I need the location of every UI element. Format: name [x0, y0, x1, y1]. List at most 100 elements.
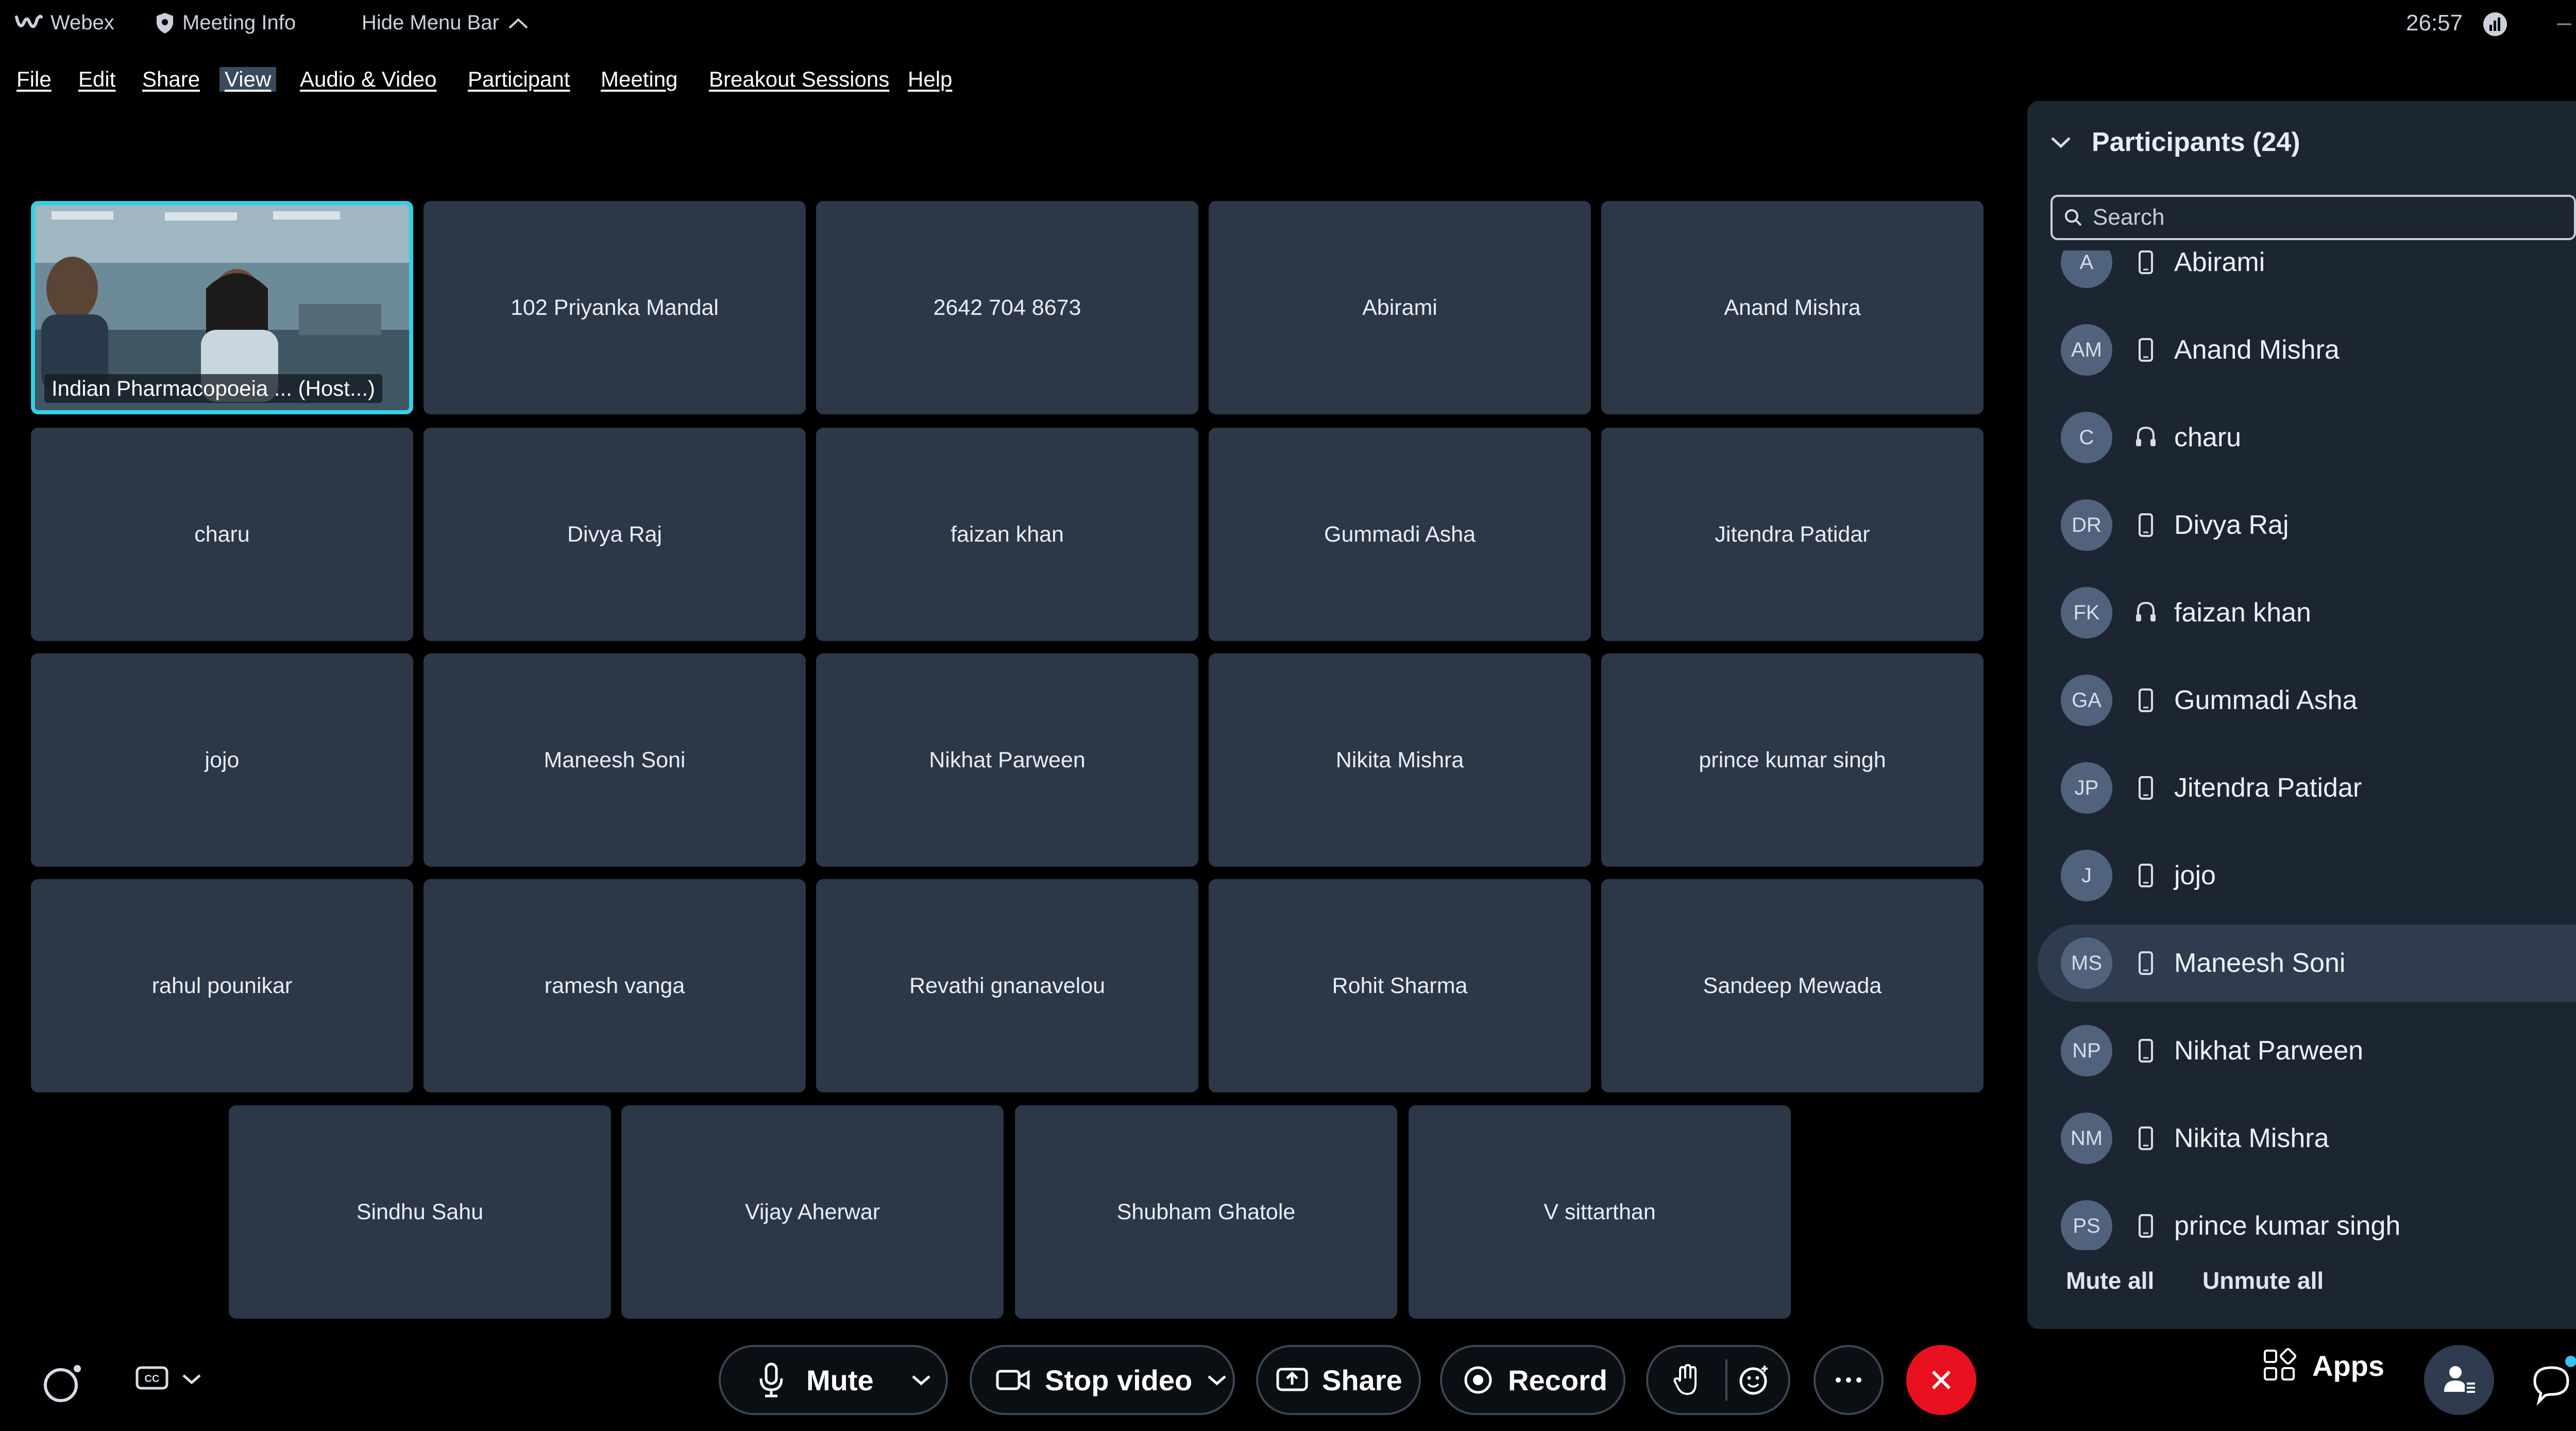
video-tile[interactable]: Revathi gnanavelou — [816, 879, 1198, 1092]
participant-name: prince kumar singh — [2174, 1211, 2401, 1241]
leave-meeting-button[interactable] — [1906, 1345, 1976, 1415]
avatar: AM — [2061, 324, 2112, 376]
more-horizontal-icon — [1836, 1377, 1861, 1383]
participant-row[interactable]: FK faizan khan — [2038, 574, 2576, 651]
video-tile[interactable]: Sandeep Mewada — [1601, 879, 1984, 1092]
video-tile[interactable]: prince kumar singh — [1601, 653, 1984, 867]
phone-icon — [2133, 860, 2159, 891]
participant-row[interactable]: Ccharu — [2038, 399, 2576, 476]
minimize-icon[interactable] — [2551, 11, 2576, 37]
chevron-down-icon[interactable] — [910, 1372, 933, 1388]
video-tile[interactable]: Nikhat Parween — [816, 653, 1198, 867]
video-tile[interactable]: charu — [31, 428, 413, 641]
participant-row[interactable]: A Abirami — [2038, 250, 2576, 301]
video-tile[interactable]: Gummadi Asha — [1209, 428, 1591, 641]
avatar: NM — [2061, 1113, 2112, 1164]
meeting-info-button[interactable]: Meeting Info — [155, 11, 296, 35]
raise-hand-icon[interactable] — [1672, 1363, 1703, 1397]
apps-grid-icon — [2264, 1348, 2296, 1381]
avatar: C — [2061, 412, 2112, 463]
more-button[interactable] — [1814, 1345, 1884, 1415]
chat-button[interactable] — [2524, 1345, 2576, 1415]
video-tile[interactable]: Nikita Mishra — [1209, 653, 1591, 867]
menu-view[interactable]: View — [219, 67, 277, 92]
closed-captions-button[interactable]: CC — [135, 1365, 203, 1393]
webex-assistant-icon[interactable] — [40, 1360, 87, 1407]
menu-edit[interactable]: Edit — [78, 67, 115, 92]
menu-audio-video[interactable]: Audio & Video — [300, 67, 436, 92]
stop-video-button[interactable]: Stop video — [970, 1345, 1235, 1415]
video-tile[interactable]: faizan khan — [816, 428, 1198, 641]
reactions-group — [1646, 1345, 1790, 1415]
collapse-panel-chevron-icon[interactable] — [2048, 132, 2074, 153]
network-stats-icon[interactable] — [2482, 11, 2508, 37]
participant-name: Jitendra Patidar — [2174, 773, 2362, 803]
microphone-icon — [759, 1362, 783, 1398]
chevron-up-icon — [509, 18, 528, 28]
phone-icon — [2133, 1210, 2159, 1241]
self-video-tile[interactable]: Indian Pharmacopoeia ... (Host...) — [31, 201, 413, 414]
video-tile[interactable]: Divya Raj — [423, 428, 806, 641]
close-icon — [1931, 1370, 1951, 1390]
record-button[interactable]: Record — [1440, 1345, 1625, 1415]
participant-name: Anand Mishra — [2174, 335, 2340, 365]
search-field[interactable] — [2050, 195, 2576, 240]
participant-row[interactable]: AM Anand Mishra — [2038, 311, 2576, 389]
webex-logo-icon — [15, 14, 43, 28]
participant-row[interactable]: DR Divya Raj — [2038, 486, 2576, 564]
title-bar: Webex Meeting Info Hide Menu Bar 26:57 — [0, 0, 2576, 57]
video-tile[interactable]: 102 Priyanka Mandal — [423, 201, 806, 414]
menu-share[interactable]: Share — [142, 67, 200, 92]
video-tile[interactable]: Anand Mishra — [1601, 201, 1984, 414]
avatar: A — [2061, 250, 2112, 288]
chevron-down-icon[interactable] — [1206, 1372, 1228, 1388]
share-screen-icon — [1276, 1368, 1308, 1391]
unmute-all-button[interactable]: Unmute all — [2202, 1267, 2324, 1294]
video-tile[interactable]: Vijay Aherwar — [621, 1105, 1004, 1319]
video-tile[interactable]: Rohit Sharma — [1209, 879, 1591, 1092]
participant-row[interactable]: JP Jitendra Patidar — [2038, 749, 2576, 827]
menu-breakout-sessions[interactable]: Breakout Sessions — [709, 67, 889, 92]
video-tile[interactable]: V sittarthan — [1409, 1105, 1791, 1319]
video-tile[interactable]: 2642 704 8673 — [816, 201, 1198, 414]
participant-row[interactable]: GA Gummadi Asha — [2038, 662, 2576, 739]
apps-button[interactable]: Apps — [2262, 1348, 2384, 1384]
svg-text:CC: CC — [145, 1373, 160, 1385]
menu-meeting[interactable]: Meeting — [601, 67, 677, 92]
share-button[interactable]: Share — [1256, 1345, 1421, 1415]
participant-name: Nikita Mishra — [2174, 1123, 2329, 1153]
participant-row[interactable]: MS Maneesh Soni — [2038, 924, 2576, 1002]
menu-participant[interactable]: Participant — [468, 67, 570, 92]
panel-title: Participants (24) — [2092, 127, 2300, 157]
mute-button[interactable]: Mute — [719, 1345, 948, 1415]
mute-label: Mute — [806, 1363, 874, 1396]
participant-row[interactable]: NP Nikhat Parween — [2038, 1012, 2576, 1089]
participants-toggle-button[interactable] — [2424, 1345, 2494, 1415]
video-tile[interactable]: Maneesh Soni — [423, 653, 806, 867]
closed-captions-icon: CC — [135, 1366, 168, 1390]
avatar: FK — [2061, 587, 2112, 638]
video-tile[interactable]: Jitendra Patidar — [1601, 428, 1984, 641]
hide-menu-bar-button[interactable]: Hide Menu Bar — [362, 11, 537, 35]
participant-row[interactable]: NM Nikita Mishra — [2038, 1100, 2576, 1177]
avatar: JP — [2061, 762, 2112, 814]
emoji-reaction-icon[interactable] — [1738, 1363, 1771, 1396]
video-tile[interactable]: jojo — [31, 653, 413, 867]
video-tile[interactable]: Shubham Ghatole — [1015, 1105, 1397, 1319]
search-input[interactable] — [2092, 204, 2557, 231]
video-tile[interactable]: Sindhu Sahu — [229, 1105, 611, 1319]
participant-name: Maneesh Soni — [2174, 948, 2346, 978]
participant-row[interactable]: Jjojo — [2038, 837, 2576, 914]
phone-icon — [2133, 948, 2159, 979]
stop-video-label: Stop video — [1045, 1363, 1193, 1396]
participant-name: Gummadi Asha — [2174, 685, 2358, 715]
participant-list: A Abirami AM Anand Mishra Ccharu DR Divya Raj F… — [2027, 250, 2576, 1281]
video-tile[interactable]: rahul pounikar — [31, 879, 413, 1092]
headset-icon — [2133, 597, 2159, 628]
mute-all-button[interactable]: Mute all — [2066, 1267, 2154, 1294]
menu-file[interactable]: File — [16, 67, 52, 92]
headset-icon — [2133, 422, 2159, 453]
video-tile[interactable]: ramesh vanga — [423, 879, 806, 1092]
video-tile[interactable]: Abirami — [1209, 201, 1591, 414]
menu-help[interactable]: Help — [908, 67, 952, 92]
